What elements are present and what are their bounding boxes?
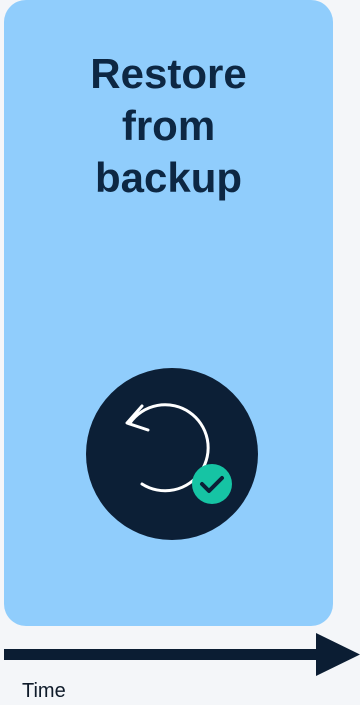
restore-with-check-icon: [86, 368, 258, 540]
card-title: Restore from backup: [90, 50, 247, 201]
restore-from-backup-card: Restore from backup: [4, 0, 333, 626]
time-arrow: [4, 633, 360, 676]
time-axis-label: Time: [22, 680, 66, 702]
time-arrow-head: [316, 633, 360, 676]
icon-background-circle: [86, 368, 258, 540]
restore-icon-graphic: [86, 368, 258, 540]
check-badge-icon: [192, 464, 232, 504]
time-arrow-shaft: [4, 649, 324, 660]
